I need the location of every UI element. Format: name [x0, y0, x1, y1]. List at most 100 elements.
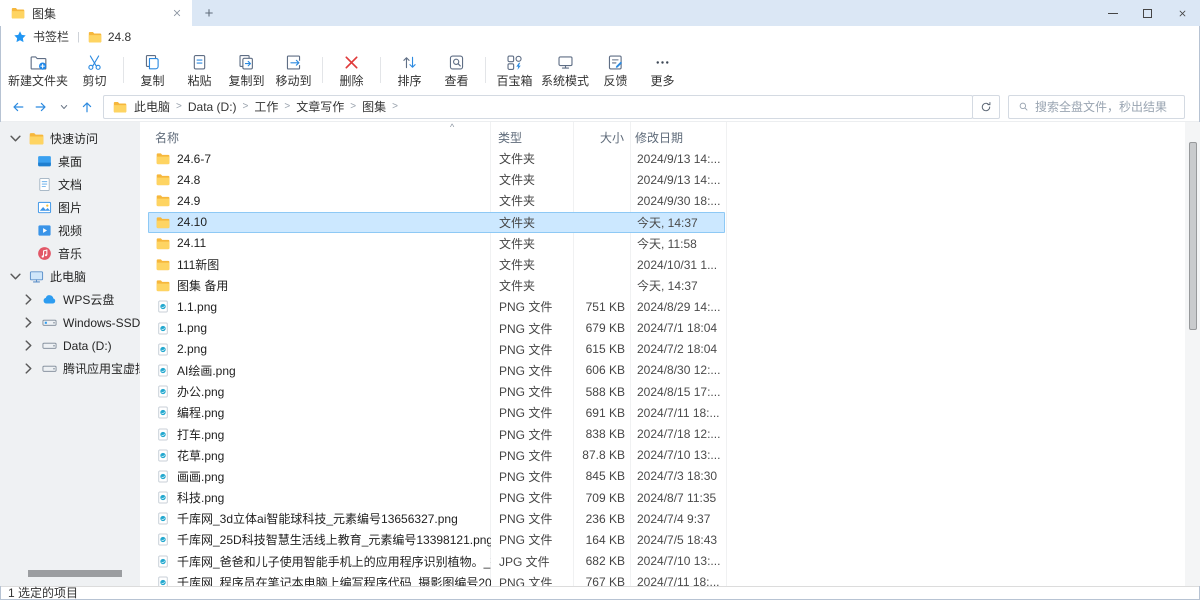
forward-button[interactable]	[29, 95, 52, 119]
file-row[interactable]: 图集 备用文件夹今天, 14:37	[148, 275, 725, 296]
file-row[interactable]: 编程.pngPNG 文件691 KB2024/7/11 18:...	[148, 402, 725, 423]
sidebar-section-0[interactable]: 快速访问	[0, 127, 140, 150]
file-row[interactable]: 花草.pngPNG 文件87.8 KB2024/7/10 13:...	[148, 445, 725, 466]
toolbar-paste-button[interactable]: 粘贴	[176, 49, 223, 91]
file-size: 838 KB	[574, 427, 631, 441]
toolbar-paste-label: 粘贴	[188, 75, 212, 87]
refresh-button[interactable]	[972, 95, 1000, 119]
sidebar-item[interactable]: 图片	[0, 196, 140, 219]
file-name: 24.10	[177, 215, 207, 229]
bookmark-bar-label[interactable]: 书签栏	[33, 28, 69, 45]
sidebar-item-label: 桌面	[58, 153, 82, 170]
breadcrumb-item[interactable]: Data (D:)	[188, 100, 237, 114]
column-header-type[interactable]: 类型	[498, 129, 522, 146]
sidebar-section-1[interactable]: 此电脑	[0, 265, 140, 288]
file-size: 751 KB	[574, 300, 631, 314]
toolbar-view-button[interactable]: 查看	[433, 49, 480, 91]
file-row[interactable]: AI绘画.pngPNG 文件606 KB2024/8/30 12:...	[148, 360, 725, 381]
file-date: 2024/7/5 18:43	[631, 533, 724, 547]
file-type: PNG 文件	[491, 298, 574, 315]
tab-label: 图集	[32, 5, 56, 22]
toolbar-toolbox-button[interactable]: 百宝箱	[491, 49, 538, 91]
document-icon	[37, 177, 52, 192]
breadcrumb-item[interactable]: 图集	[362, 98, 386, 115]
column-header-size[interactable]: 大小	[546, 129, 624, 146]
file-row[interactable]: 科技.pngPNG 文件709 KB2024/8/7 11:35	[148, 487, 725, 508]
up-button[interactable]	[75, 95, 98, 119]
file-row[interactable]: 24.10文件夹今天, 14:37	[148, 212, 725, 233]
file-row[interactable]: 24.8文件夹2024/9/13 14:...	[148, 169, 725, 190]
breadcrumb: 此电脑>Data (D:)>工作>文章写作>图集>	[134, 98, 404, 115]
file-row[interactable]: 111新图文件夹2024/10/31 1...	[148, 254, 725, 275]
file-date: 2024/9/13 14:...	[631, 173, 724, 187]
sidebar-item[interactable]: 视频	[0, 219, 140, 242]
file-name: 1.png	[177, 321, 207, 335]
sidebar-item[interactable]: 腾讯应用宝虚拟磁盘 (T:	[0, 357, 140, 380]
main-area: 快速访问桌面文档图片视频音乐此电脑WPS云盘Windows-SSD (C:)Da…	[0, 122, 1200, 586]
toolbar-new-folder-button[interactable]: 新建文件夹	[5, 49, 71, 91]
file-name: 1.1.png	[177, 300, 217, 314]
minimize-button[interactable]	[1095, 0, 1130, 26]
address-bar[interactable]: 此电脑>Data (D:)>工作>文章写作>图集>	[103, 95, 973, 119]
toolbar-more-button[interactable]: 更多	[639, 49, 686, 91]
file-size: 164 KB	[574, 533, 631, 547]
file-row[interactable]: 24.11文件夹今天, 11:58	[148, 233, 725, 254]
toolbar-cut-button[interactable]: 剪切	[71, 49, 118, 91]
sidebar-item[interactable]: 文档	[0, 173, 140, 196]
column-header-date[interactable]: 修改日期	[635, 129, 683, 146]
file-row[interactable]: 1.1.pngPNG 文件751 KB2024/8/29 14:...	[148, 296, 725, 317]
bookmark-item-24-8[interactable]: 24.8	[108, 30, 131, 44]
file-size: 709 KB	[574, 491, 631, 505]
tab-gallery[interactable]: 图集	[0, 0, 192, 26]
new-tab-button[interactable]: +	[192, 0, 226, 26]
breadcrumb-item[interactable]: 工作	[254, 98, 278, 115]
history-dropdown-icon[interactable]	[52, 95, 75, 119]
breadcrumb-separator-icon: >	[243, 101, 249, 112]
back-button[interactable]	[6, 95, 29, 119]
file-date: 今天, 11:58	[631, 235, 724, 252]
toolbar-sort-button[interactable]: 排序	[386, 49, 433, 91]
file-row[interactable]: 千库网_爸爸和儿子使用智能手机上的应用程序识别植物。_摄影图编号1841217.…	[148, 551, 725, 572]
close-button[interactable]	[1165, 0, 1200, 26]
file-row[interactable]: 画画.pngPNG 文件845 KB2024/7/3 18:30	[148, 466, 725, 487]
search-box[interactable]	[1008, 95, 1185, 119]
file-row[interactable]: 24.6-7文件夹2024/9/13 14:...	[148, 148, 725, 169]
file-size: 615 KB	[574, 342, 631, 356]
toolbar-system-mode-label: 系统模式	[541, 75, 589, 87]
chev-down-icon	[8, 269, 23, 284]
toolbar-copy-to-button[interactable]: 复制到	[223, 49, 270, 91]
vertical-scrollbar-track[interactable]	[1185, 122, 1200, 586]
toolbar-separator	[322, 57, 323, 83]
maximize-icon	[1143, 9, 1152, 18]
file-type: PNG 文件	[491, 404, 574, 421]
toolbar-delete-button[interactable]: 删除	[328, 49, 375, 91]
file-row[interactable]: 打车.pngPNG 文件838 KB2024/7/18 12:...	[148, 423, 725, 444]
file-row[interactable]: 办公.pngPNG 文件588 KB2024/8/15 17:...	[148, 381, 725, 402]
sidebar-item[interactable]: 音乐	[0, 242, 140, 265]
sidebar-horizontal-scrollbar[interactable]	[28, 570, 122, 577]
breadcrumb-item[interactable]: 此电脑	[134, 98, 170, 115]
file-row[interactable]: 1.pngPNG 文件679 KB2024/7/1 18:04	[148, 318, 725, 339]
file-row[interactable]: 2.pngPNG 文件615 KB2024/7/2 18:04	[148, 339, 725, 360]
file-row[interactable]: 千库网_程序员在笔记本电脑上编写程序代码_摄影图编号20511911.pngPN…	[148, 572, 725, 586]
column-header-name[interactable]: 名称	[155, 129, 179, 146]
file-row[interactable]: 千库网_3d立体ai智能球科技_元素编号13656327.pngPNG 文件23…	[148, 508, 725, 529]
sidebar-item[interactable]: Windows-SSD (C:)	[0, 311, 140, 334]
toolbar-move-to-button[interactable]: 移动到	[270, 49, 317, 91]
toolbar-copy-button[interactable]: 复制	[129, 49, 176, 91]
sidebar-item[interactable]: 桌面	[0, 150, 140, 173]
sidebar-item[interactable]: WPS云盘	[0, 288, 140, 311]
vertical-scrollbar-thumb[interactable]	[1189, 142, 1197, 330]
toolbar-feedback-button[interactable]: 反馈	[592, 49, 639, 91]
file-date: 2024/9/13 14:...	[631, 152, 724, 166]
file-row[interactable]: 24.9文件夹2024/9/30 18:...	[148, 190, 725, 211]
toolbar-system-mode-button[interactable]: 系统模式	[538, 49, 592, 91]
sidebar-item[interactable]: Data (D:)	[0, 334, 140, 357]
file-row[interactable]: 千库网_25D科技智慧生活线上教育_元素编号13398121.pngPNG 文件…	[148, 529, 725, 550]
breadcrumb-item[interactable]: 文章写作	[296, 98, 344, 115]
pictures-icon	[37, 200, 52, 215]
tab-close-icon[interactable]	[170, 7, 184, 19]
move-to-icon	[284, 53, 303, 72]
maximize-button[interactable]	[1130, 0, 1165, 26]
search-input[interactable]	[1035, 100, 1176, 114]
